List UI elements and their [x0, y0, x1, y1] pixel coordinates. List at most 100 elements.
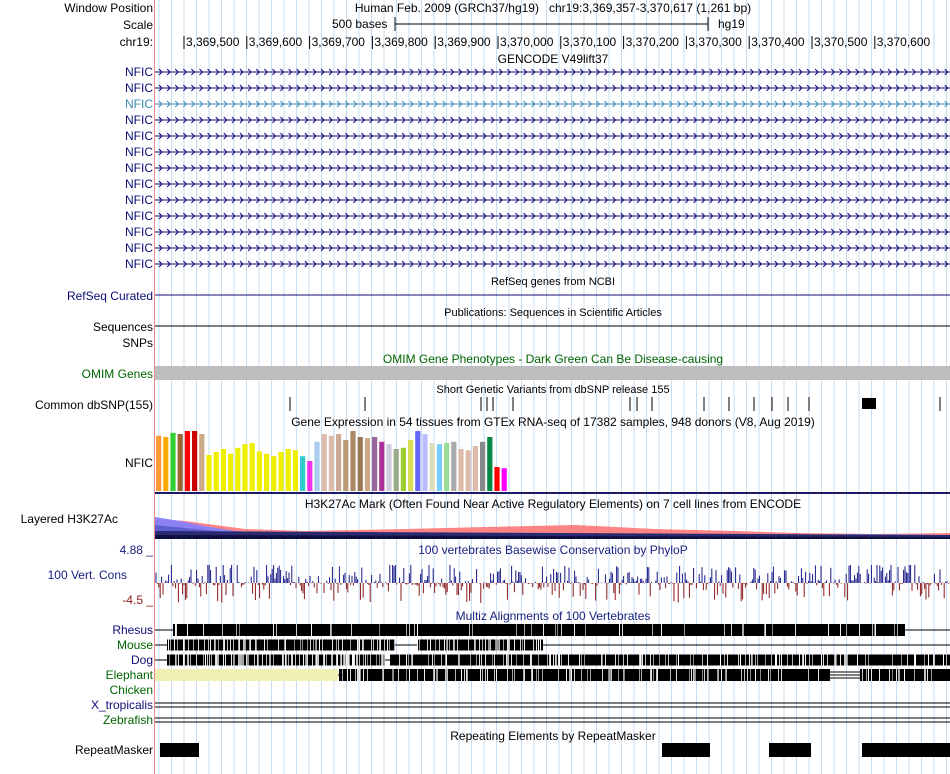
alignment-gap: [507, 654, 508, 666]
gtex-tissue-bar: [170, 432, 176, 491]
alignment-gap: [531, 654, 532, 666]
alignment-gap: [357, 654, 358, 666]
elephant-missing-block: [155, 669, 338, 681]
multiz-species-label[interactable]: Dog: [0, 653, 153, 667]
alignment-gap: [627, 654, 628, 666]
gencode-transcript-label[interactable]: NFIC: [0, 193, 153, 207]
phylop-min-label: -4.5 _: [122, 593, 153, 607]
alignment-gap: [427, 639, 428, 651]
alignment-gap: [250, 639, 251, 651]
alignment-gap: [772, 624, 773, 636]
alignment-gap: [379, 639, 380, 651]
gencode-transcript: [155, 116, 950, 124]
multiz-species-label[interactable]: X_tropicalis: [0, 698, 153, 712]
ruler-tick-label: 3,370,100: [562, 35, 617, 49]
alignment-gap: [215, 639, 216, 651]
gencode-transcript-label[interactable]: NFIC: [0, 225, 153, 239]
gtex-tissue-bar: [271, 456, 277, 491]
multiz-species-label[interactable]: Mouse: [0, 638, 153, 652]
alignment-gap: [659, 654, 660, 666]
gtex-tissue-bar: [494, 467, 500, 491]
alignment-gap: [380, 639, 381, 651]
alignment-gap: [302, 639, 303, 651]
alignment-gap: [590, 669, 591, 681]
alignment-gap: [225, 654, 226, 666]
alignment-gap: [931, 669, 932, 681]
omim-genes-label[interactable]: OMIM Genes: [0, 367, 153, 381]
alignment-gap: [434, 669, 435, 681]
alignment-gap: [904, 669, 905, 681]
alignment-gap: [479, 639, 480, 651]
gencode-transcript-label[interactable]: NFIC: [0, 129, 153, 143]
alignment-gap: [740, 654, 741, 666]
gencode-transcript-label[interactable]: NFIC: [0, 241, 153, 255]
gencode-transcript-label[interactable]: NFIC: [0, 209, 153, 223]
alignment-gap: [238, 639, 239, 651]
alignment-gap: [406, 669, 407, 681]
assembly-text: Human Feb. 2009 (GRCh37/hg19): [354, 1, 539, 15]
gencode-transcript-label[interactable]: NFIC: [0, 161, 153, 175]
alignment-gap: [474, 639, 475, 651]
alignment-gap: [307, 639, 308, 651]
alignment-gap: [466, 669, 467, 681]
gtex-nfic-label[interactable]: NFIC: [0, 456, 153, 470]
alignment-gap: [574, 624, 575, 636]
refseq-curated-label[interactable]: RefSeq Curated: [0, 289, 153, 303]
repeatmasker-label[interactable]: RepeatMasker: [0, 743, 153, 757]
alignment-gap: [379, 654, 380, 666]
alignment-gap: [524, 669, 525, 681]
gencode-transcript-label[interactable]: NFIC: [0, 97, 153, 111]
alignment-gap: [370, 654, 371, 666]
alignment-gap: [352, 654, 353, 666]
alignment-gap: [188, 639, 189, 651]
alignment-gap: [879, 669, 880, 681]
multiz-species-label[interactable]: Rhesus: [0, 623, 153, 637]
alignment-gap: [217, 654, 218, 666]
alignment-gap: [406, 654, 407, 666]
common-dbsnp-label[interactable]: Common dbSNP(155): [0, 398, 153, 412]
alignment-gap: [538, 654, 539, 666]
sequences-label[interactable]: Sequences: [0, 320, 153, 334]
gencode-transcript-label[interactable]: NFIC: [0, 257, 153, 271]
alignment-gap: [862, 669, 863, 681]
alignment-gap: [315, 639, 316, 651]
alignment-gap: [233, 654, 234, 666]
multiz-species-label[interactable]: Elephant: [0, 668, 153, 682]
alignment-gap: [472, 624, 473, 636]
scale-text: 500 bases: [332, 17, 388, 31]
multiz-species-label[interactable]: Zebrafish: [0, 713, 153, 727]
alignment-gap: [348, 654, 349, 666]
alignment-gap: [342, 639, 343, 651]
alignment-gap: [430, 639, 431, 651]
alignment-gap: [417, 639, 418, 651]
alignment-gap: [836, 654, 837, 666]
alignment-gap: [330, 624, 331, 636]
alignment-gap: [503, 639, 504, 651]
gtex-tissue-bar: [429, 443, 435, 491]
alignment-gap: [511, 654, 512, 666]
alignment-gap: [371, 639, 372, 651]
layered-h3k27ac-label[interactable]: Layered H3K27Ac: [0, 512, 118, 526]
gencode-transcript-label[interactable]: NFIC: [0, 81, 153, 95]
alignment-gap: [731, 624, 732, 636]
snps-label[interactable]: SNPs: [0, 336, 153, 350]
alignment-gap: [362, 639, 363, 651]
alignment-gap: [524, 639, 525, 651]
alignment-gap: [538, 669, 539, 681]
alignment-gap: [459, 654, 460, 666]
alignment-gap: [169, 654, 170, 666]
gencode-transcript-label[interactable]: NFIC: [0, 177, 153, 191]
ruler-tick-label: 3,370,400: [751, 35, 805, 49]
alignment-gap: [262, 654, 263, 666]
gencode-transcript-label[interactable]: NFIC: [0, 145, 153, 159]
gtex-tissue-bar: [300, 456, 306, 491]
ruler-tick-label: 3,369,800: [374, 35, 428, 49]
alignment-gap: [295, 654, 296, 666]
gencode-transcript-label[interactable]: NFIC: [0, 65, 153, 79]
alignment-gap: [283, 654, 284, 666]
alignment-gap: [393, 669, 394, 681]
gencode-transcript-label[interactable]: NFIC: [0, 113, 153, 127]
vert-cons-label[interactable]: 100 Vert. Cons: [0, 568, 127, 582]
alignment-gap: [210, 639, 211, 651]
multiz-species-label[interactable]: Chicken: [0, 683, 153, 697]
